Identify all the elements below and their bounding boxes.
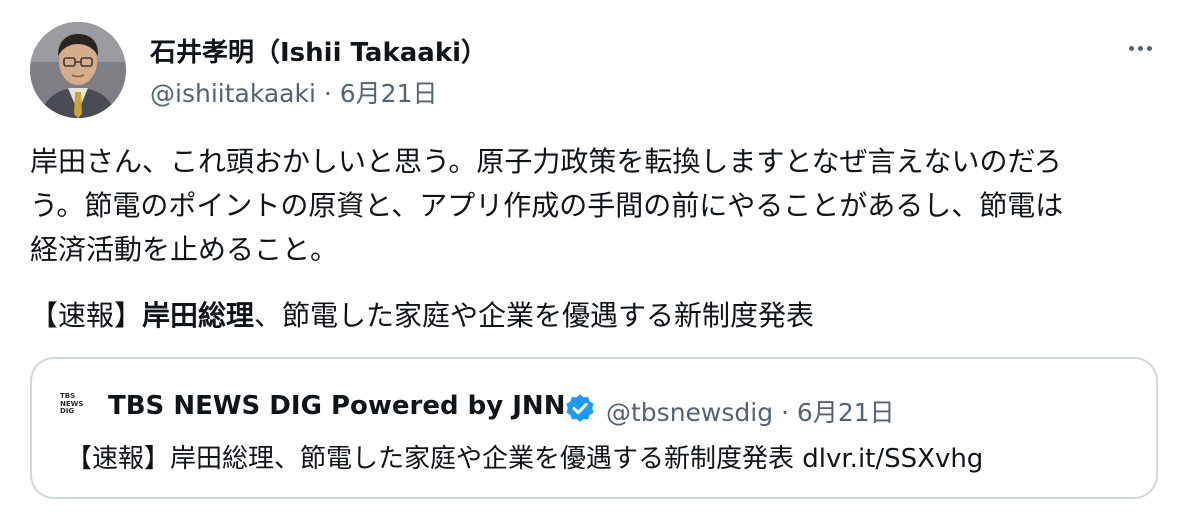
avatar-image — [30, 22, 126, 118]
author-handle[interactable]: @ishiitakaaki — [150, 79, 316, 108]
quoted-tweet-date[interactable]: 6月21日 — [797, 398, 895, 427]
quoted-author-name[interactable]: TBS NEWS DIG Powered by JNN — [108, 391, 565, 421]
headline-rest: 、節電した家庭や企業を優遇する新制度発表 — [254, 299, 815, 332]
headline-prefix: 【速報】 — [30, 299, 143, 332]
headline-bold: 岸田総理 — [142, 299, 255, 332]
quoted-author-meta: @tbsnewsdig · 6月21日 — [606, 393, 895, 429]
meta-separator: · — [315, 79, 340, 108]
tweet-text: 岸田さん、これ頭おかしいと思う。原子力政策を転換しますとなぜ言えないのだろ う。… — [30, 140, 1175, 272]
author-display-name[interactable]: 石井孝明（Ishii Takaaki） — [150, 32, 487, 69]
avatar[interactable] — [30, 22, 126, 118]
quoted-author-handle[interactable]: @tbsnewsdig — [606, 398, 773, 427]
tbs-news-dig-logo-icon: TBS NEWS DIG — [60, 392, 84, 415]
tweet-date[interactable]: 6月21日 — [340, 79, 438, 108]
tweet-line: 岸田さん、これ頭おかしいと思う。原子力政策を転換しますとなぜ言えないのだろ — [30, 145, 1062, 178]
tweet-headline: 【速報】岸田総理、節電した家庭や企業を優遇する新制度発表 — [30, 294, 814, 338]
meta-separator: · — [773, 398, 797, 427]
quoted-tweet-card[interactable]: TBS NEWS DIG TBS NEWS DIG Powered by JNN… — [30, 357, 1158, 499]
tweet-line: う。節電のポイントの原資と、アプリ作成の手間の前にやることがあるし、節電は — [30, 189, 1064, 222]
tweet-line: 経済活動を止めること。 — [30, 233, 339, 266]
quoted-tweet-text: 【速報】岸田総理、節電した家庭や企業を優遇する新制度発表 dlvr.it/SSX… — [66, 444, 984, 474]
author-meta: @ishiitakaaki · 6月21日 — [150, 74, 438, 110]
more-horizontal-icon[interactable] — [1120, 30, 1160, 66]
verified-badge-icon — [566, 394, 594, 422]
